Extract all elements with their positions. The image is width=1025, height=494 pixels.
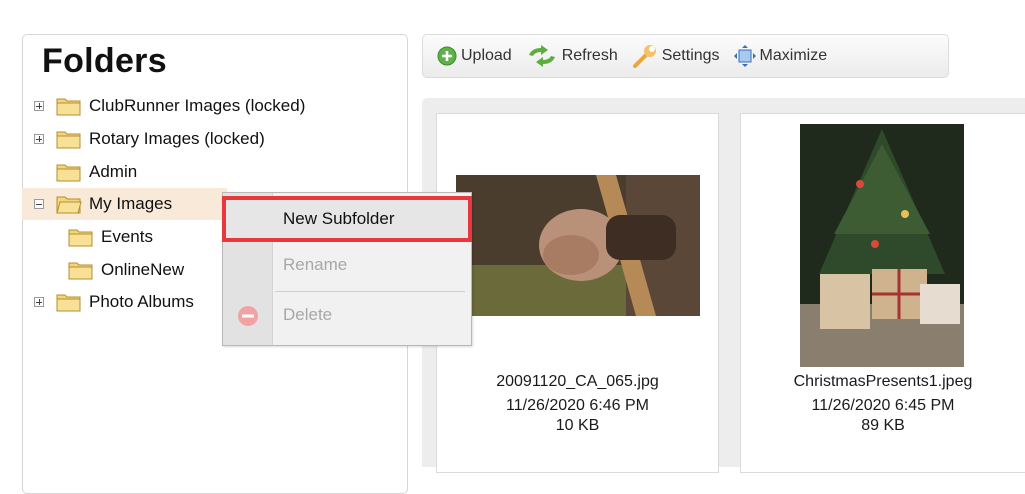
settings-button[interactable]: Settings (632, 44, 720, 68)
tree-item-label: My Images (89, 194, 173, 213)
tree-item-label: Rotary Images (locked) (89, 129, 265, 148)
toolbar: Upload Refresh Settings Maximize (422, 34, 949, 78)
open-folder-icon (56, 196, 82, 214)
upload-icon (437, 46, 457, 66)
file-name: ChristmasPresents1.jpeg (793, 373, 973, 390)
file-thumbnail (800, 124, 964, 367)
expand-icon[interactable] (34, 134, 44, 144)
file-card[interactable]: 20091120_CA_065.jpg 11/26/2020 6:46 PM 1… (436, 113, 719, 473)
folder-icon (56, 294, 81, 312)
upload-button[interactable]: Upload (437, 46, 512, 66)
tree-item-clubrunner-images[interactable]: ClubRunner Images (locked) (34, 91, 305, 121)
tree-item-label: Events (101, 227, 153, 246)
collapse-icon[interactable] (34, 199, 44, 209)
highlight-annotation-box (222, 196, 472, 242)
folders-title: Folders (42, 42, 167, 80)
file-card[interactable]: ChristmasPresents1.jpeg 11/26/2020 6:45 … (740, 113, 1025, 473)
file-thumbnail (456, 175, 700, 316)
wrench-icon (632, 45, 656, 68)
refresh-icon (528, 45, 555, 67)
file-size: 10 KB (555, 417, 600, 434)
maximize-icon (733, 45, 756, 67)
tree-item-label: Photo Albums (89, 292, 194, 311)
file-name: 20091120_CA_065.jpg (496, 373, 659, 390)
tree-item-label: ClubRunner Images (locked) (89, 96, 306, 115)
menu-item-rename[interactable]: Rename (223, 245, 471, 285)
folder-icon (56, 98, 81, 116)
expand-icon[interactable] (34, 297, 44, 307)
folder-icon (68, 262, 93, 280)
tree-item-rotary-images[interactable]: Rotary Images (locked) (34, 124, 265, 154)
refresh-button[interactable]: Refresh (526, 45, 618, 67)
expand-icon[interactable] (34, 101, 44, 111)
folder-icon (56, 131, 81, 149)
tree-item-onlinenew[interactable]: OnlineNew (68, 255, 184, 285)
tree-item-my-images[interactable]: My Images (34, 189, 172, 219)
folder-icon (56, 164, 81, 182)
file-date: 11/26/2020 6:46 PM (506, 397, 649, 414)
folder-icon (68, 229, 93, 247)
file-size: 89 KB (861, 417, 905, 434)
tree-item-admin[interactable]: Admin (34, 157, 137, 187)
tree-item-events[interactable]: Events (68, 222, 153, 252)
menu-item-delete[interactable]: Delete (223, 295, 471, 335)
maximize-button[interactable]: Maximize (733, 45, 827, 67)
file-date: 11/26/2020 6:45 PM (811, 397, 955, 414)
tree-item-label: Admin (89, 162, 138, 181)
delete-icon (238, 306, 258, 326)
tree-item-label: OnlineNew (101, 260, 185, 279)
tree-item-photo-albums[interactable]: Photo Albums (34, 287, 194, 317)
